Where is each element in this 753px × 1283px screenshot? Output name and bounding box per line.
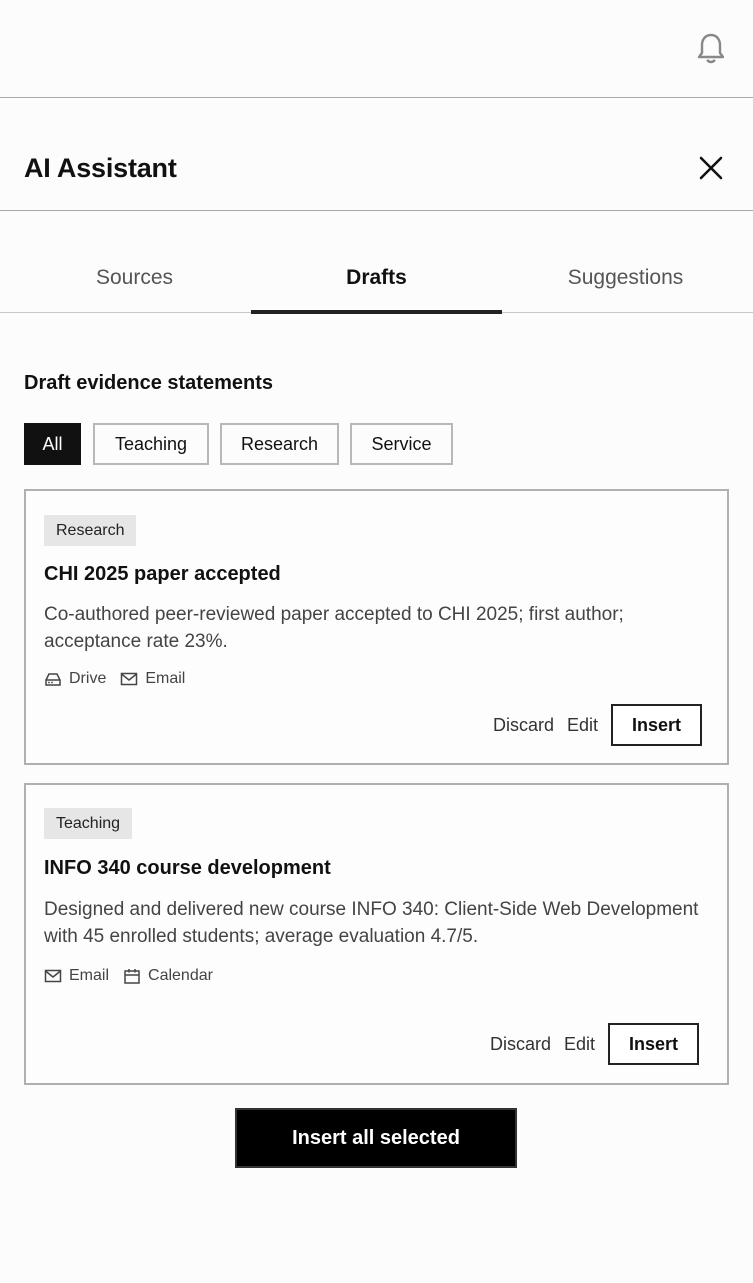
draft-card: Teaching INFO 340 course development Des… bbox=[24, 783, 729, 1085]
section-title: Draft evidence statements bbox=[24, 372, 273, 394]
tab-sources[interactable]: Sources bbox=[9, 212, 260, 313]
filter-service[interactable]: Service bbox=[350, 423, 453, 465]
email-icon bbox=[121, 672, 138, 686]
filter-research[interactable]: Research bbox=[220, 423, 339, 465]
top-bar bbox=[0, 0, 753, 98]
insert-button[interactable]: Insert bbox=[611, 704, 703, 746]
category-tag: Teaching bbox=[44, 808, 133, 839]
source-item: Email bbox=[44, 967, 109, 985]
source-label: Email bbox=[69, 967, 110, 984]
panel-title: AI Assistant bbox=[24, 153, 177, 183]
calendar-icon bbox=[124, 969, 140, 984]
source-item: Calendar bbox=[123, 967, 213, 985]
source-label: Calendar bbox=[148, 967, 213, 984]
insert-button[interactable]: Insert bbox=[608, 1023, 700, 1065]
card-actions: Discard Edit Insert bbox=[490, 1023, 700, 1065]
source-list: Drive Email bbox=[44, 670, 185, 688]
filter-teaching[interactable]: Teaching bbox=[93, 423, 209, 465]
draft-description: Designed and delivered new course INFO 3… bbox=[44, 899, 699, 947]
draft-title: CHI 2025 paper accepted bbox=[44, 563, 281, 585]
discard-button[interactable]: Discard bbox=[490, 1034, 551, 1055]
discard-button[interactable]: Discard bbox=[493, 715, 554, 736]
category-tag: Research bbox=[44, 515, 137, 546]
drive-icon bbox=[45, 673, 61, 686]
insert-all-button[interactable]: Insert all selected bbox=[235, 1108, 517, 1168]
edit-button[interactable]: Edit bbox=[567, 715, 598, 736]
source-label: Email bbox=[145, 670, 186, 687]
panel-header: AI Assistant bbox=[0, 98, 753, 211]
edit-button[interactable]: Edit bbox=[564, 1034, 595, 1055]
bell-icon[interactable] bbox=[696, 32, 726, 64]
draft-card: Research CHI 2025 paper accepted Co-auth… bbox=[24, 489, 729, 765]
close-icon[interactable] bbox=[697, 154, 725, 182]
email-icon bbox=[44, 969, 62, 983]
source-label: Drive bbox=[69, 670, 107, 687]
draft-description: Co-authored peer-reviewed paper accepted… bbox=[44, 604, 624, 652]
draft-title: INFO 340 course development bbox=[44, 857, 331, 879]
filter-all[interactable]: All bbox=[24, 423, 81, 465]
source-item: Drive bbox=[44, 670, 106, 688]
tab-bar: Sources Drafts Suggestions bbox=[0, 212, 753, 314]
card-actions: Discard Edit Insert bbox=[493, 704, 703, 746]
source-item: Email bbox=[120, 670, 185, 688]
tab-suggestions[interactable]: Suggestions bbox=[500, 212, 751, 313]
source-list: Email Calendar bbox=[44, 967, 213, 985]
tab-drafts[interactable]: Drafts bbox=[251, 212, 502, 314]
